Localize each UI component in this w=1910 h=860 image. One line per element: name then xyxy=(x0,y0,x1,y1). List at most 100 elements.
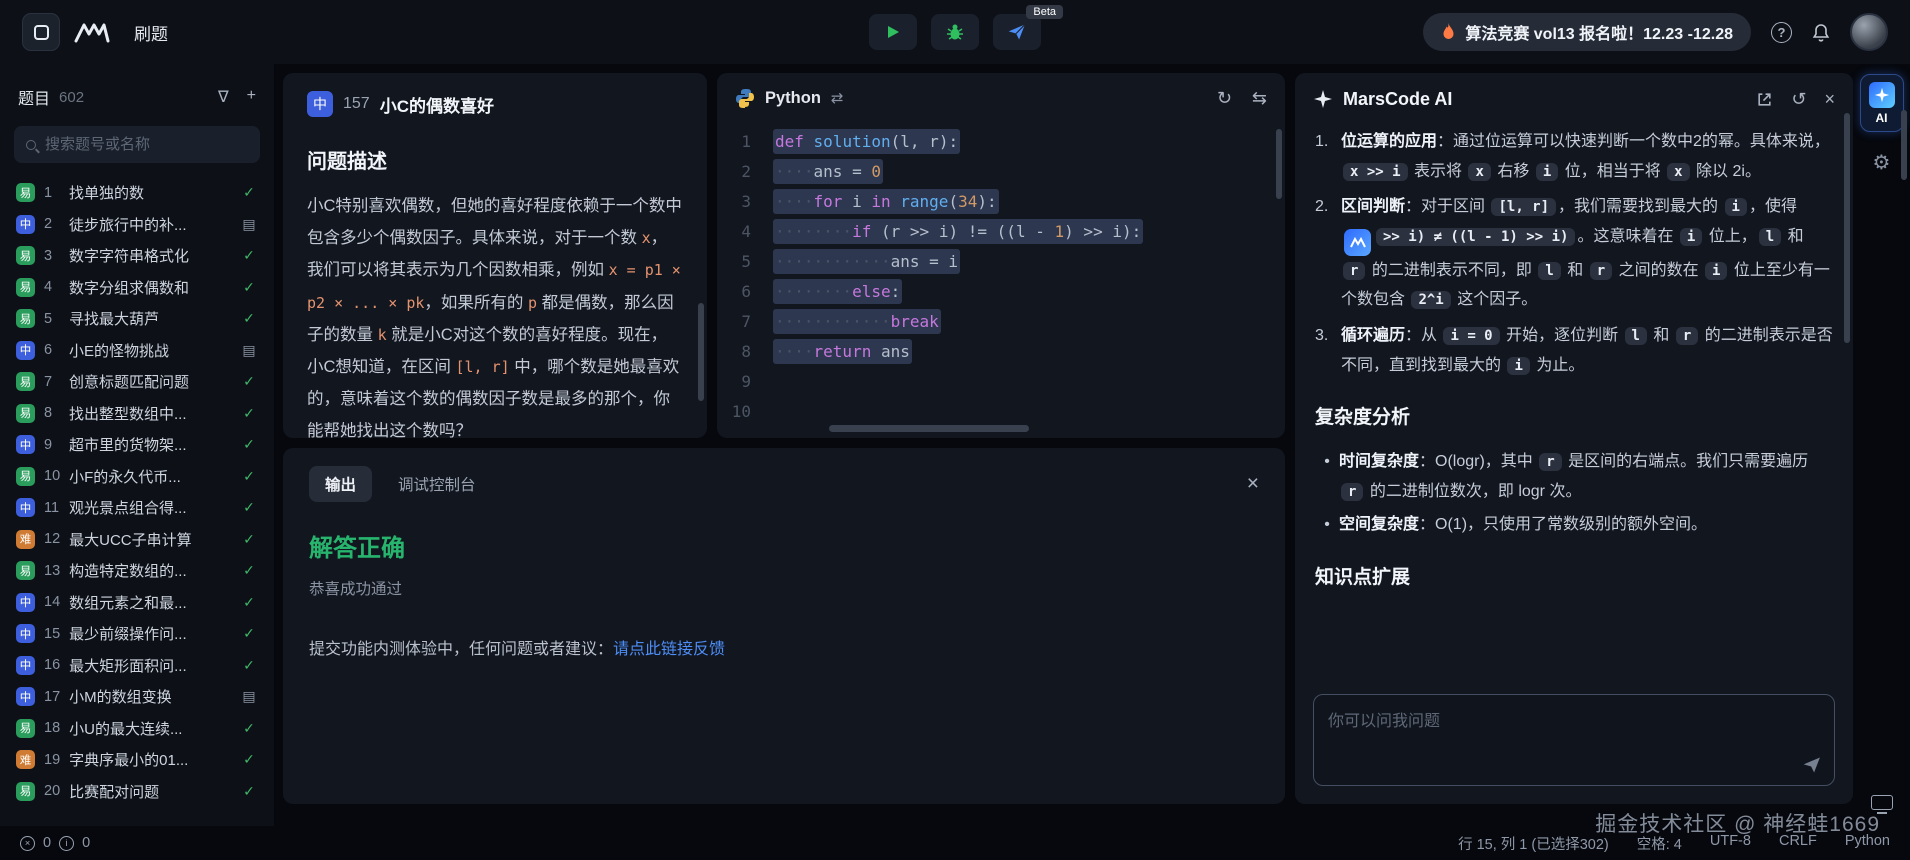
filter-icon[interactable]: ∇ xyxy=(218,87,229,107)
text: 这个因子。 xyxy=(1453,291,1537,308)
problem-list-item[interactable]: 易 18 小U的最大连续... xyxy=(0,713,274,745)
add-icon[interactable]: + xyxy=(247,87,256,107)
reset-code-icon[interactable]: ↻ xyxy=(1217,88,1232,109)
code-line[interactable]: 7············break xyxy=(717,307,1285,337)
inline-code: x >> i xyxy=(1343,163,1408,181)
code-line[interactable]: 9 xyxy=(717,367,1285,397)
problem-list: 易 1 找单独的数 中 2 徒步旅行中的补... 易 3 数字字符串格式化 xyxy=(0,177,274,826)
cursor-position[interactable]: 行 15, 列 1 (已选择302) xyxy=(1458,833,1609,854)
bell-icon[interactable] xyxy=(1812,23,1830,42)
problem-number: 14 xyxy=(44,594,60,610)
avatar[interactable] xyxy=(1850,13,1888,51)
problem-list-item[interactable]: 中 17 小M的数组变换 xyxy=(0,681,274,713)
problem-list-item[interactable]: 难 19 字典序最小的01... xyxy=(0,744,274,776)
problem-list-item[interactable]: 易 8 找出整型数组中... xyxy=(0,398,274,430)
problem-list-item[interactable]: 易 10 小F的永久代币... xyxy=(0,461,274,493)
send-icon[interactable] xyxy=(1802,755,1822,775)
problem-list-item[interactable]: 中 15 最少前缀操作问... xyxy=(0,618,274,650)
language-switch-icon[interactable]: ⇄ xyxy=(831,89,844,107)
problem-list-item[interactable]: 易 20 比赛配对问题 xyxy=(0,776,274,808)
code-line[interactable]: 6········else: xyxy=(717,277,1285,307)
difficulty-badge: 易 xyxy=(16,372,35,391)
inline-code: r xyxy=(1343,262,1365,280)
close-icon[interactable]: × xyxy=(1247,472,1259,496)
text: ，如果所有的 xyxy=(424,294,528,312)
export-icon[interactable] xyxy=(1756,91,1773,108)
code-line[interactable]: 2····ans = 0 xyxy=(717,157,1285,187)
code-area[interactable]: 1def solution(l, r):2····ans = 03····for… xyxy=(717,123,1285,427)
text: 之间的数在 xyxy=(1614,262,1703,279)
ai-list-item: 3. 循环遍历：从 i = 0 开始，逐位判断 l 和 r 的二进制表示是否不同… xyxy=(1315,321,1833,380)
code-line[interactable]: 8····return ans xyxy=(717,337,1285,367)
problem-list-item[interactable]: 中 11 观光景点组合得... xyxy=(0,492,274,524)
problem-list-item[interactable]: 中 16 最大矩形面积问... xyxy=(0,650,274,682)
ai-list-item: 1. 位运算的应用：通过位运算可以快速判断一个数中2的幂。具体来说，x >> i… xyxy=(1315,127,1833,186)
settings-icon[interactable]: ⚙ xyxy=(1873,150,1891,175)
ai-launcher-button[interactable]: AI xyxy=(1860,74,1904,132)
close-icon[interactable]: × xyxy=(1824,89,1835,110)
complexity-heading: 复杂度分析 xyxy=(1315,400,1833,435)
problem-list-item[interactable]: 中 6 小E的怪物挑战 xyxy=(0,335,274,367)
code-line[interactable]: 5············ans = i xyxy=(717,247,1285,277)
text: 为止。 xyxy=(1532,357,1584,374)
help-icon[interactable]: ? xyxy=(1771,22,1792,43)
problem-list-item[interactable]: 易 3 数字字符串格式化 xyxy=(0,240,274,272)
layout-icon[interactable]: ⇆ xyxy=(1252,88,1267,109)
warnings-count: 0 xyxy=(82,835,90,851)
sidebar-scrollbar[interactable] xyxy=(1901,110,1907,180)
marscode-logo[interactable] xyxy=(74,21,110,43)
problem-list-item[interactable]: 难 12 最大UCC子串计算 xyxy=(0,524,274,556)
search-input[interactable] xyxy=(45,136,248,153)
ai-input-box[interactable] xyxy=(1313,694,1835,786)
ai-scrollbar[interactable] xyxy=(1844,113,1850,343)
problem-list-item[interactable]: 中 14 数组元素之和最... xyxy=(0,587,274,619)
editor-vscrollbar[interactable] xyxy=(1276,129,1282,199)
list-item-text: 区间判断：对于区间 [l, r]，我们需要找到最大的 i，使得 >> i) ≠ … xyxy=(1341,192,1833,315)
search-box[interactable] xyxy=(14,126,260,163)
warnings-icon[interactable]: i xyxy=(59,836,74,851)
code-line[interactable]: 3····for i in range(34): xyxy=(717,187,1285,217)
problem-list-item[interactable]: 易 1 找单独的数 xyxy=(0,177,274,209)
problem-number: 20 xyxy=(44,783,60,799)
problem-list-item[interactable]: 易 4 数字分组求偶数和 xyxy=(0,272,274,304)
bold-text: 时间复杂度 xyxy=(1339,453,1419,470)
topbar: 刷题 Beta 算法竞赛 vol13 报名啦！12.23 -12.28 ? xyxy=(0,0,1910,64)
inline-code: i xyxy=(1705,262,1727,280)
problem-title: 小E的怪物挑战 xyxy=(69,340,231,361)
sidebar: 题目 602 ∇ + 易 1 找单独的数 中 xyxy=(0,64,274,826)
code-line[interactable]: 1def solution(l, r): xyxy=(717,127,1285,157)
editor-hscrollbar[interactable] xyxy=(829,425,1029,432)
submit-button[interactable]: Beta xyxy=(993,14,1041,50)
app-logo-icon[interactable] xyxy=(22,13,60,51)
code-line[interactable]: 4········if (r >> i) != ((l - 1) >> i): xyxy=(717,217,1285,247)
problem-list-item[interactable]: 易 13 构造特定数组的... xyxy=(0,555,274,587)
status-icon xyxy=(240,405,258,422)
line-number: 5 xyxy=(717,247,773,277)
run-button[interactable] xyxy=(869,14,917,50)
problem-list-item[interactable]: 易 5 寻找最大葫芦 xyxy=(0,303,274,335)
ai-input[interactable] xyxy=(1314,695,1834,785)
feedback-link[interactable]: 请点此链接反馈 xyxy=(613,641,725,658)
problem-number: 18 xyxy=(44,720,60,736)
history-icon[interactable]: ↺ xyxy=(1791,89,1806,110)
line-number: 6 xyxy=(717,277,773,307)
inline-code: [l, r] xyxy=(456,358,510,376)
inline-code: r xyxy=(1590,262,1612,280)
problem-panel: 中 157 小C的偶数喜好 问题描述 小C特别喜欢偶数，但她的喜好程度依赖于一个… xyxy=(283,73,707,438)
problem-list-item[interactable]: 中 9 超市里的货物架... xyxy=(0,429,274,461)
problem-title: 观光景点组合得... xyxy=(69,497,231,518)
debug-button[interactable] xyxy=(931,14,979,50)
result-subtitle: 恭喜成功通过 xyxy=(309,577,1259,599)
problem-scrollbar[interactable] xyxy=(698,303,704,401)
tab-output[interactable]: 输出 xyxy=(309,466,372,502)
status-icon xyxy=(240,562,258,579)
errors-icon[interactable]: × xyxy=(20,836,35,851)
code-line[interactable]: 10 xyxy=(717,397,1285,427)
errors-count: 0 xyxy=(43,835,51,851)
problem-list-item[interactable]: 中 2 徒步旅行中的补... xyxy=(0,209,274,241)
contest-banner[interactable]: 算法竞赛 vol13 报名啦！12.23 -12.28 xyxy=(1423,13,1751,51)
status-icon xyxy=(240,373,258,390)
problem-list-item[interactable]: 易 7 创意标题匹配问题 xyxy=(0,366,274,398)
tab-debug-console[interactable]: 调试控制台 xyxy=(398,473,476,495)
inline-code: [l, r] xyxy=(1491,198,1556,216)
